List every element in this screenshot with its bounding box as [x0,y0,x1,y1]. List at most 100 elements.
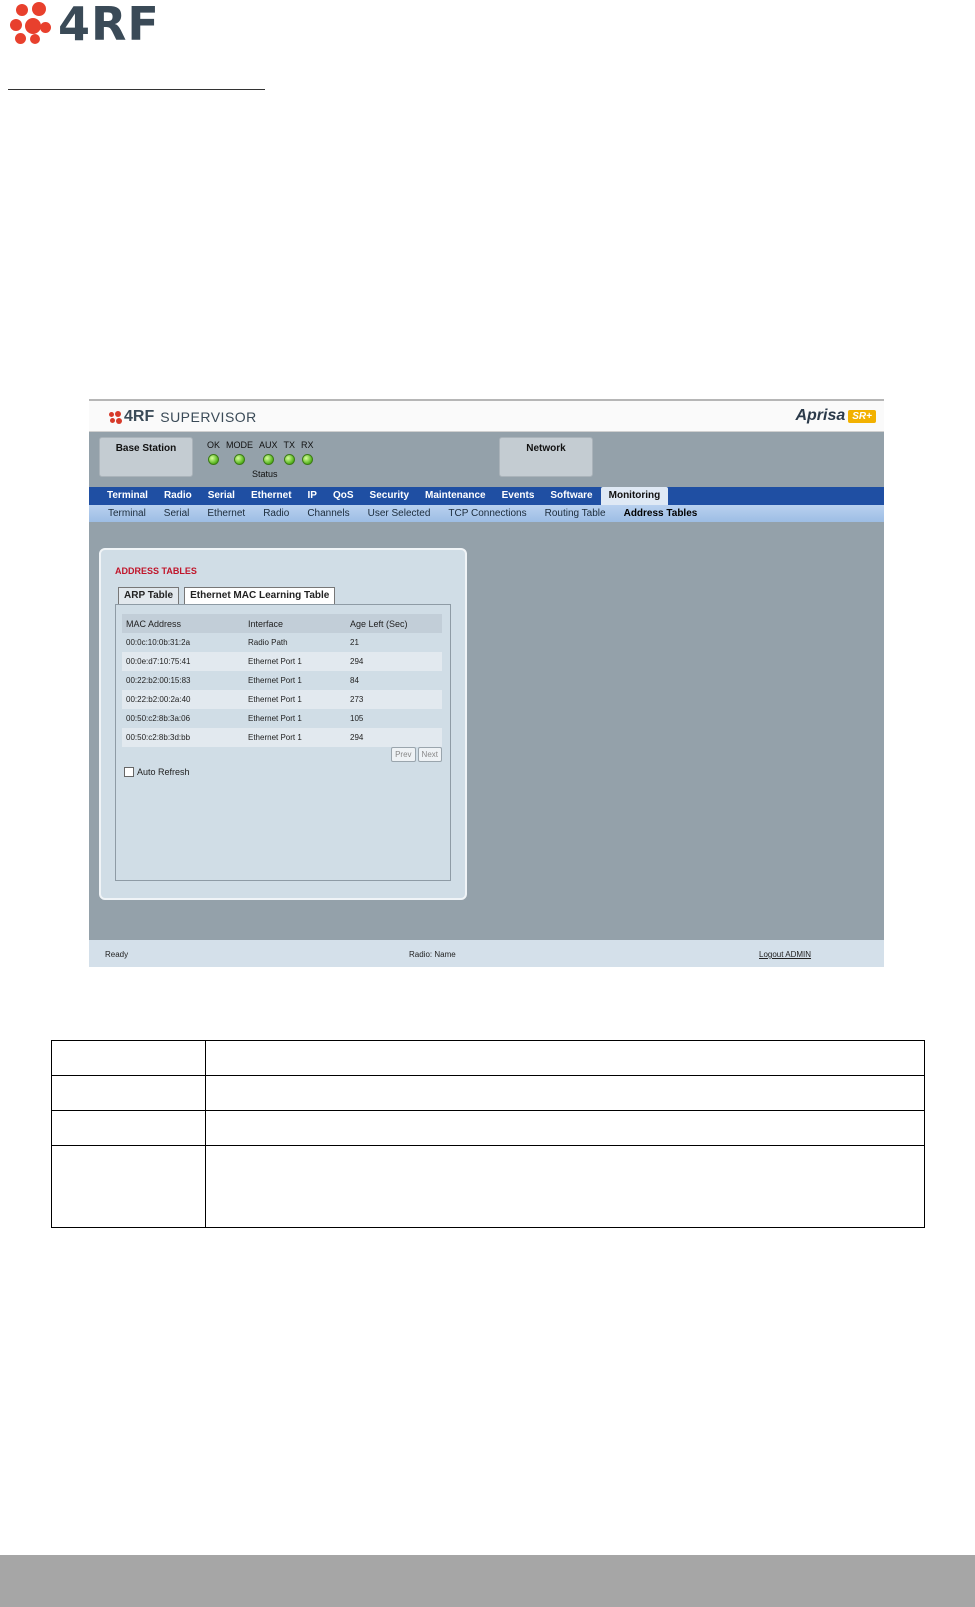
mini-logo-dots-icon [109,410,122,424]
led-mode-icon [234,454,246,465]
subnav-radio[interactable]: Radio [254,505,298,522]
led-ok-icon [208,454,219,465]
status-caption: Status [252,469,278,479]
prev-button[interactable]: Prev [391,747,416,762]
table-row [51,1145,925,1228]
subnav-ethernet[interactable]: Ethernet [198,505,254,522]
tab-arp-table[interactable]: ARP Table [118,587,180,605]
nav-maintenance[interactable]: Maintenance [417,487,494,505]
cell-mac: 00:0e:d7:10:75:41 [122,652,244,671]
cell-interface: Radio Path [248,638,288,647]
nav-serial[interactable]: Serial [200,487,243,505]
subnav-channels[interactable]: Channels [298,505,358,522]
base-station-chip[interactable]: Base Station [99,437,193,477]
cell-mac: 00:22:b2:00:2a:40 [122,690,244,709]
cell-age: 105 [350,714,364,723]
subnav-terminal[interactable]: Terminal [99,505,155,522]
description-cell [205,1040,925,1076]
subnav-tcp-connections[interactable]: TCP Connections [439,505,535,522]
led-mode: MODE [226,440,253,465]
cell-age: 273 [346,690,442,709]
description-cell [51,1075,206,1111]
cell-interface: Ethernet Port 1 [248,714,302,723]
status-footer: Ready Radio: Name Logout ADMIN [89,940,884,967]
status-leds: OK MODE AUX TX RX [207,440,320,465]
cell-age: 21 [350,638,359,647]
cell-interface: Ethernet Port 1 [244,652,346,671]
supervisor-app-window: 4RF SUPERVISOR Aprisa SR+ Base Station O… [89,399,884,967]
cell-interface: Ethernet Port 1 [248,676,302,685]
cell-mac: 00:0c:10:0b:31:2a [126,638,191,647]
next-button[interactable]: Next [417,747,442,762]
led-rx-icon [301,454,313,465]
footer-status: Ready [105,950,129,959]
nav-monitoring[interactable]: Monitoring [600,487,669,505]
table-row: 00:50:c2:8b:3a:06 Ethernet Port 1 105 [122,709,442,728]
description-table [51,1040,925,1228]
brand-bar: 4RF SUPERVISOR Aprisa SR+ [89,401,884,432]
logo-text: 4RF [58,0,160,51]
description-cell [51,1040,206,1076]
description-cell [205,1075,925,1111]
table-tabs: ARP Table Ethernet MAC Learning Table [118,587,340,605]
description-cell [51,1110,206,1146]
nav-security[interactable]: Security [362,487,417,505]
cell-mac: 00:50:c2:8b:3a:06 [126,714,191,723]
page-footer-bar [0,1555,975,1607]
auto-refresh-control[interactable]: Auto Refresh [124,767,190,777]
aprisa-badge: SR+ [848,409,876,423]
brand-company: 4RF [124,408,155,425]
aprisa-text: Aprisa [795,407,846,424]
nav-radio[interactable]: Radio [156,487,200,505]
main-nav: Terminal Radio Serial Ethernet IP QoS Se… [89,487,884,505]
column-header-interface: Interface [244,614,346,633]
subnav-address-tables[interactable]: Address Tables [615,505,707,522]
table-row: 00:22:b2:00:2a:40 Ethernet Port 1 273 [122,690,442,709]
cell-age: 294 [346,728,442,747]
company-logo: 4RF [10,0,160,51]
footer-radio-name: Radio: Name [409,950,456,959]
table-row: 00:50:c2:8b:3d:bb Ethernet Port 1 294 [122,728,442,747]
nav-events[interactable]: Events [494,487,543,505]
cell-interface: Ethernet Port 1 [244,728,346,747]
led-rx: RX [301,440,314,465]
led-aux: AUX [259,440,278,465]
table-row: 00:0e:d7:10:75:41 Ethernet Port 1 294 [122,652,442,671]
description-cell [205,1110,925,1146]
column-header-mac-address: MAC Address [122,614,244,633]
logout-link[interactable]: Logout ADMIN [759,950,811,959]
table-row [51,1040,925,1076]
cell-mac: 00:50:c2:8b:3d:bb [122,728,244,747]
aprisa-logo: Aprisa SR+ [795,407,876,425]
nav-qos[interactable]: QoS [325,487,362,505]
nav-ethernet[interactable]: Ethernet [243,487,300,505]
nav-software[interactable]: Software [542,487,600,505]
cell-interface: Ethernet Port 1 [244,690,346,709]
tab-content: MAC Address Interface Age Left (Sec) 00:… [115,604,451,881]
panel-title: ADDRESS TABLES [115,566,197,576]
tab-ethernet-mac-learning-table[interactable]: Ethernet MAC Learning Table [184,587,336,605]
column-header-age-left: Age Left (Sec) [346,614,442,633]
brand-product: SUPERVISOR [160,409,257,425]
led-ok: OK [207,440,220,465]
led-aux-icon [262,454,274,465]
network-chip[interactable]: Network [499,437,593,477]
header-rule [8,89,265,90]
auto-refresh-label: Auto Refresh [137,767,190,777]
table-row [51,1110,925,1146]
logo-dots-icon [10,2,54,46]
auto-refresh-checkbox[interactable] [124,767,134,777]
mac-learning-table: MAC Address Interface Age Left (Sec) 00:… [122,614,442,747]
sub-nav: Terminal Serial Ethernet Radio Channels … [89,505,884,522]
subnav-serial[interactable]: Serial [155,505,199,522]
subnav-user-selected[interactable]: User Selected [359,505,440,522]
nav-ip[interactable]: IP [300,487,325,505]
led-tx-icon [283,454,295,465]
led-tx: TX [283,440,295,465]
nav-terminal[interactable]: Terminal [99,487,156,505]
table-header-row: MAC Address Interface Age Left (Sec) [122,614,442,633]
subnav-routing-table[interactable]: Routing Table [536,505,615,522]
address-tables-panel: ADDRESS TABLES ARP Table Ethernet MAC Le… [99,548,467,900]
status-band: Base Station OK MODE AUX TX RX Status Ne… [89,432,884,487]
table-row [51,1075,925,1111]
